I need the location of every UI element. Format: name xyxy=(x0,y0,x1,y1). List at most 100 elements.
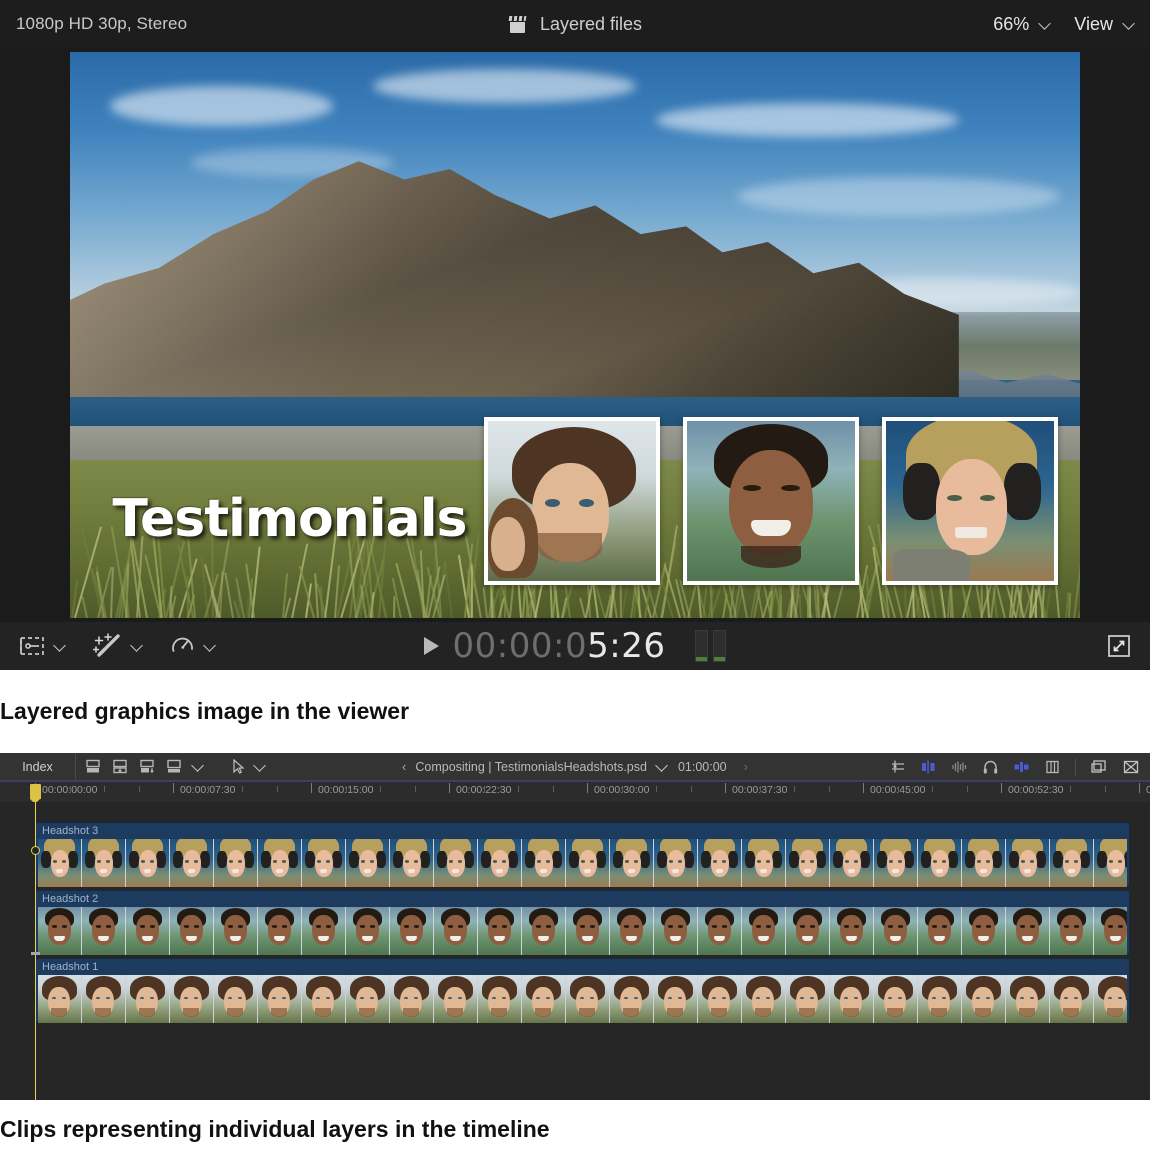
timecode-dim-part: 00:00:0 xyxy=(453,626,588,666)
grass-blade xyxy=(110,567,114,618)
ruler-tick xyxy=(1001,783,1002,793)
playhead-marker[interactable] xyxy=(30,784,41,799)
filmstrip-thumbnail xyxy=(82,839,126,887)
filmstrip-thumbnail xyxy=(126,839,170,887)
viewer-timecode[interactable]: 00:00:05:26 xyxy=(453,626,666,666)
viewer-topbar-right: 66% View xyxy=(993,14,1136,35)
filmstrip-thumbnail xyxy=(38,975,82,1023)
filmstrip-thumbnail xyxy=(830,907,874,955)
timeline-clip-headshot-1[interactable]: Headshot 1 xyxy=(35,958,1130,1023)
clip-appearance-icon[interactable] xyxy=(1044,759,1061,775)
filmstrip-thumbnail xyxy=(610,839,654,887)
ruler-tick xyxy=(725,783,726,793)
cloud-shape xyxy=(737,177,1060,217)
close-timeline-icon[interactable] xyxy=(1122,759,1140,775)
playhead-knob[interactable] xyxy=(31,846,40,855)
timeline-clip-headshot-3[interactable]: Headshot 3 xyxy=(35,822,1130,887)
cloud-shape xyxy=(110,86,332,126)
headshot-3-helmet-person xyxy=(882,417,1058,585)
zoom-level-popup[interactable]: 66% xyxy=(993,14,1052,35)
filmstrip-thumbnail xyxy=(478,839,522,887)
filmstrip-thumbnail xyxy=(918,907,962,955)
filmstrip-thumbnail xyxy=(258,975,302,1023)
grass-blade xyxy=(443,561,452,618)
filmstrip-thumbnail xyxy=(522,839,566,887)
filmstrip-thumbnail xyxy=(522,907,566,955)
headshot-1-curly-hair-man xyxy=(484,417,660,585)
breadcrumb-label[interactable]: Compositing | TestimonialsHeadshots.psd xyxy=(415,760,647,774)
timeline-index-toggle-icon[interactable] xyxy=(1090,759,1108,775)
chevron-down-icon[interactable] xyxy=(656,760,669,773)
filmstrip-thumbnail xyxy=(170,839,214,887)
filmstrip-thumbnail xyxy=(786,975,830,1023)
solo-waveform-icon[interactable] xyxy=(951,759,968,775)
grass-blade xyxy=(393,596,395,618)
snapping-icon[interactable] xyxy=(1013,759,1030,775)
ruler-minor-tick xyxy=(277,786,278,792)
view-menu-button[interactable]: View xyxy=(1074,14,1136,35)
chevron-right-icon[interactable]: › xyxy=(744,759,748,774)
filmstrip-thumbnail xyxy=(566,975,610,1023)
timeline-body[interactable]: Headshot 3 Headshot 2 Headshot 1 xyxy=(0,802,1150,1100)
filmstrip-thumbnail xyxy=(610,975,654,1023)
ruler-minor-tick xyxy=(656,786,657,792)
ruler-minor-tick xyxy=(967,786,968,792)
filmstrip-thumbnail xyxy=(874,975,918,1023)
viewer-window: 1080p HD 30p, Stereo Layered files 66% xyxy=(0,0,1150,670)
clip-label: Headshot 1 xyxy=(42,961,98,973)
expand-fullscreen-button[interactable] xyxy=(1104,631,1134,661)
timeline-ruler[interactable]: 00:00:00:0000:00:07:3000:00:15:0000:00:2… xyxy=(0,780,1150,803)
filmstrip-thumbnail xyxy=(346,975,390,1023)
filmstrip-thumbnail xyxy=(38,907,82,955)
timeline-toolbar: Index xyxy=(0,753,1150,781)
ruler-minor-tick xyxy=(1070,786,1071,792)
ruler-tick xyxy=(449,783,450,793)
audio-meters-icon[interactable] xyxy=(695,630,726,662)
clip-filmstrip xyxy=(38,907,1127,955)
chevron-left-icon[interactable]: ‹ xyxy=(402,759,406,774)
timeline-caption: Clips representing individual layers in … xyxy=(0,1116,550,1143)
filmstrip-thumbnail xyxy=(698,839,742,887)
filmstrip-thumbnail xyxy=(918,839,962,887)
filmstrip-thumbnail xyxy=(82,907,126,955)
filmstrip-thumbnail xyxy=(566,907,610,955)
filmstrip-thumbnail xyxy=(698,907,742,955)
ruler-tick-label: 00 xyxy=(1146,784,1150,796)
filmstrip-thumbnail xyxy=(170,907,214,955)
filmstrip-thumbnail xyxy=(786,839,830,887)
timeline-clip-headshot-2[interactable]: Headshot 2 xyxy=(35,890,1130,955)
clapper-icon xyxy=(508,15,528,33)
viewer-video-frame[interactable]: Testimonials xyxy=(70,52,1080,618)
ruler-minor-tick xyxy=(139,786,140,792)
timeline-right-tools xyxy=(889,758,1140,776)
cloud-shape xyxy=(656,103,959,137)
ruler-minor-tick xyxy=(415,786,416,792)
page-root: 1080p HD 30p, Stereo Layered files 66% xyxy=(0,0,1150,1160)
ruler-minor-tick xyxy=(1036,786,1037,792)
timecode-lit-part: 5:26 xyxy=(587,626,665,666)
filmstrip-thumbnail xyxy=(1094,839,1127,887)
filmstrip-thumbnail xyxy=(874,839,918,887)
ruler-tick xyxy=(1139,783,1140,793)
clip-connection-marker xyxy=(31,952,40,955)
filmstrip-thumbnail xyxy=(38,839,82,887)
grass-blade xyxy=(225,573,235,618)
headphone-solo-icon[interactable] xyxy=(982,759,999,775)
filmstrip-thumbnail xyxy=(962,839,1006,887)
clip-filmstrip xyxy=(38,839,1127,887)
filmstrip-thumbnail xyxy=(742,839,786,887)
filmstrip-thumbnail xyxy=(742,907,786,955)
cloud-shape xyxy=(373,69,636,103)
ruler-minor-tick xyxy=(794,786,795,792)
viewer-bottom-toolbar: 00:00:05:26 xyxy=(0,622,1150,670)
view-menu-label: View xyxy=(1074,14,1113,35)
filmstrip-thumbnail xyxy=(962,975,1006,1023)
audio-skimming-icon[interactable] xyxy=(920,759,937,775)
filmstrip-thumbnail xyxy=(258,907,302,955)
skimming-icon[interactable] xyxy=(889,759,906,775)
ruler-tick xyxy=(311,783,312,793)
play-icon[interactable] xyxy=(424,637,439,655)
ruler-top-line xyxy=(0,780,1150,782)
filmstrip-thumbnail xyxy=(786,907,830,955)
headshot-overlay-group xyxy=(484,417,1080,598)
